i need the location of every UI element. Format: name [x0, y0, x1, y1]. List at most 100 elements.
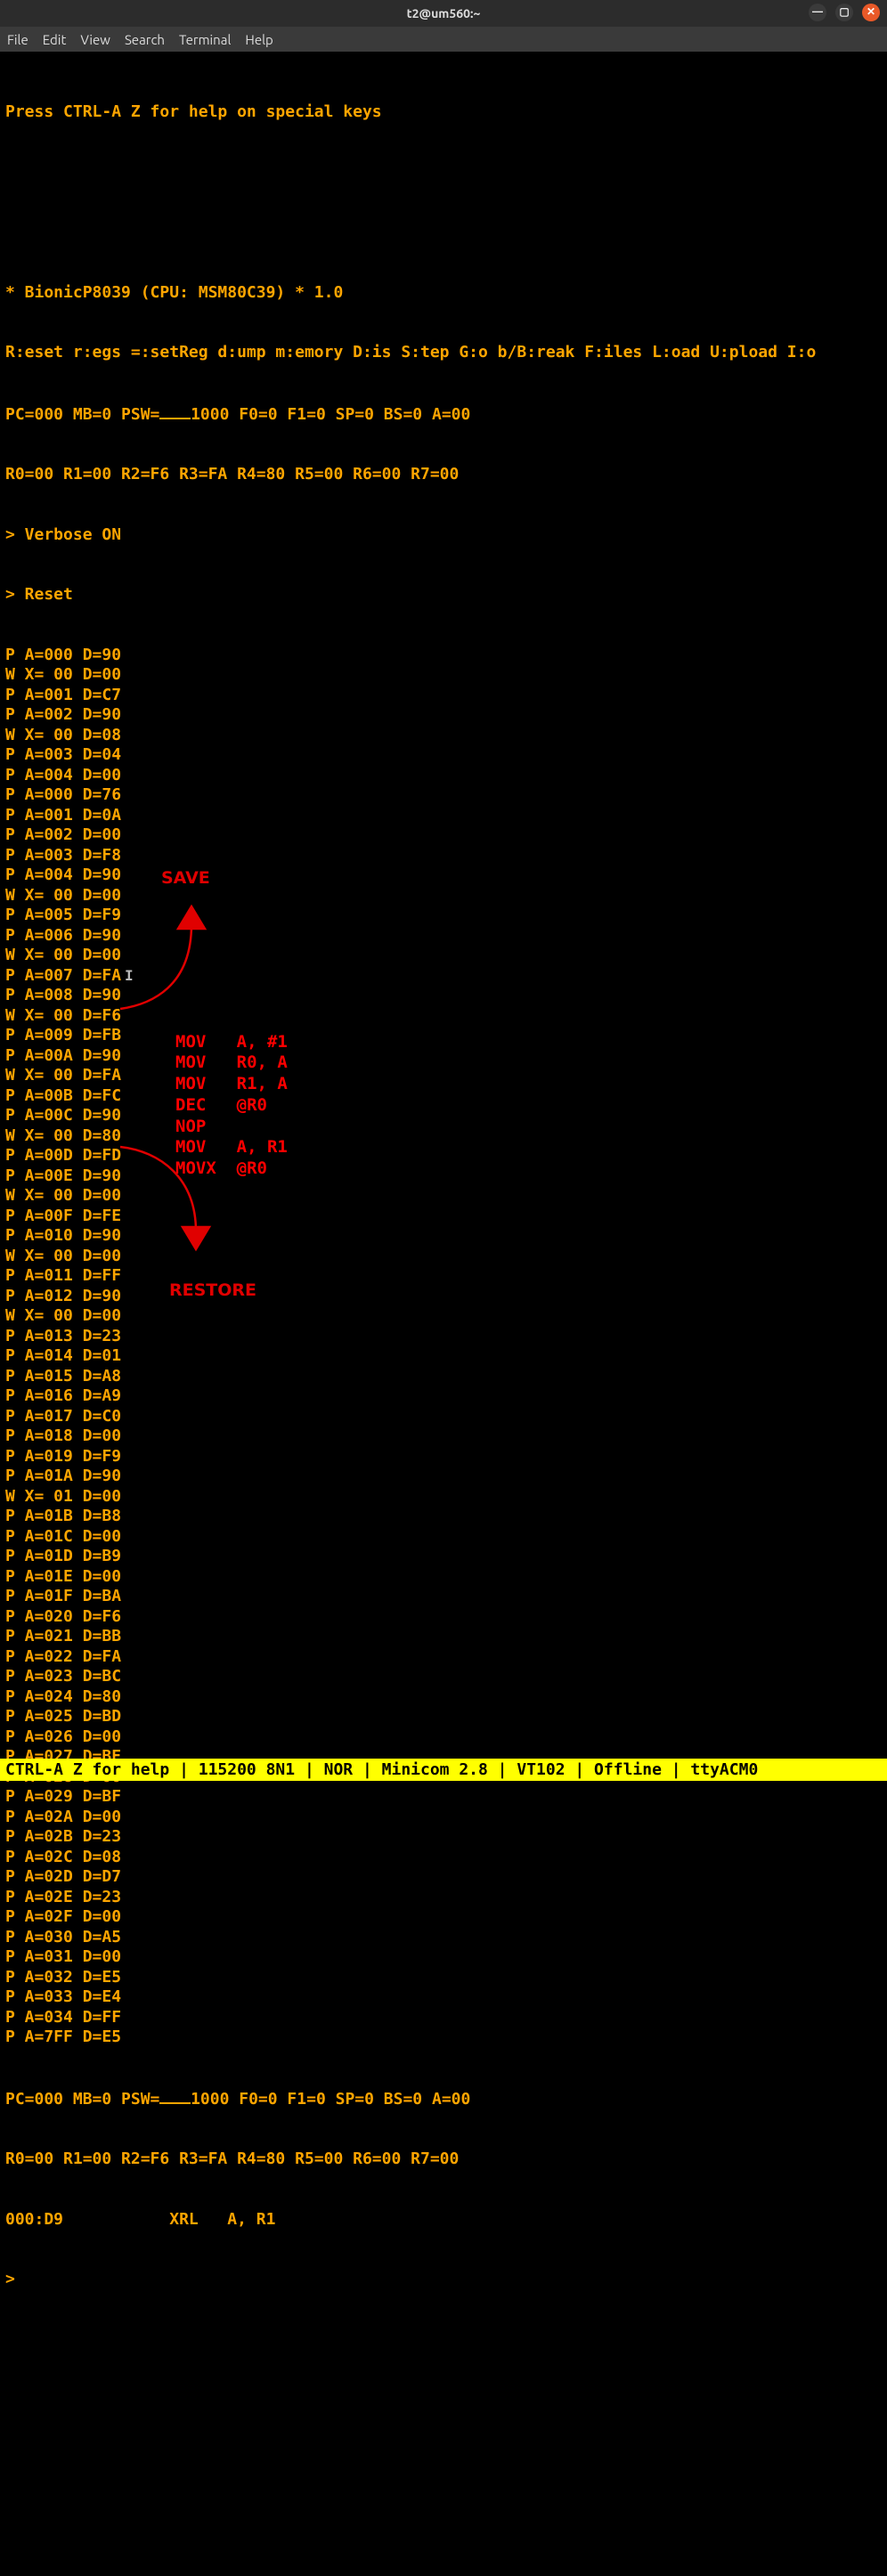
trace-line: P A=015 D=A8 [5, 1367, 882, 1387]
trace-line: P A=033 D=E4 [5, 1987, 882, 2008]
reset-line: > Reset [5, 585, 882, 605]
annotation-restore-label: RESTORE [169, 1280, 256, 1302]
trace-line: P A=014 D=01 [5, 1346, 882, 1367]
psw-line-1: PC=000 MB=0 PSW=1000 F0=0 F1=0 SP=0 BS=0… [5, 403, 882, 426]
window-minimize-button[interactable]: — [809, 4, 826, 21]
maximize-icon: ▢ [839, 7, 849, 18]
trace-line: P A=009 D=FB [5, 1026, 882, 1046]
trace-line: P A=011 D=FF [5, 1266, 882, 1287]
trace-line: P A=000 D=76 [5, 785, 882, 806]
trace-line: P A=031 D=00 [5, 1947, 882, 1968]
trace-line: W X= 00 D=00 [5, 665, 882, 686]
trace-line: P A=01F D=BA [5, 1587, 882, 1607]
trace-line: P A=000 D=90 [5, 646, 882, 666]
emulator-banner: * BionicP8039 (CPU: MSM80C39) * 1.0 [5, 283, 882, 304]
trace-output: P A=000 D=90W X= 00 D=00P A=001 D=C7P A=… [5, 646, 882, 2048]
help-commands: R:eset r:egs =:setReg d:ump m:emory D:is… [5, 343, 882, 363]
trace-line: W X= 00 D=00 [5, 946, 882, 966]
menu-search[interactable]: Search [125, 32, 165, 47]
trace-line: P A=029 D=BF [5, 1787, 882, 1808]
trace-line: P A=00D D=FD [5, 1146, 882, 1166]
trace-line: P A=01A D=90 [5, 1467, 882, 1487]
close-icon: ✕ [867, 7, 875, 18]
trace-line: P A=00A D=90 [5, 1046, 882, 1067]
annotation-save-label: SAVE [161, 868, 210, 890]
trace-line: P A=01B D=B8 [5, 1507, 882, 1527]
trace-line: P A=020 D=F6 [5, 1607, 882, 1628]
trace-line: P A=00C D=90 [5, 1106, 882, 1126]
window-title: t2@um560:~ [407, 6, 481, 20]
trace-line: P A=013 D=23 [5, 1327, 882, 1347]
trace-line: P A=00E D=90 [5, 1166, 882, 1187]
terminal-viewport[interactable]: Press CTRL-A Z for help on special keys … [0, 52, 887, 2576]
trace-line: P A=006 D=90 [5, 926, 882, 947]
psw-blank-2 [159, 2088, 191, 2104]
menu-edit[interactable]: Edit [43, 32, 67, 47]
trace-line: P A=004 D=00 [5, 766, 882, 786]
disassembly-line: 000:D9 XRL A, R1 [5, 2210, 882, 2231]
help-hint: Press CTRL-A Z for help on special keys [5, 102, 882, 123]
trace-line: P A=002 D=00 [5, 825, 882, 846]
menu-bar: File Edit View Search Terminal Help [0, 27, 887, 52]
trace-line: P A=00B D=FC [5, 1086, 882, 1107]
text-cursor-icon: I [125, 967, 134, 985]
menu-file[interactable]: File [7, 32, 28, 47]
psw-blank [159, 403, 191, 419]
trace-line: P A=001 D=C7 [5, 686, 882, 706]
trace-line: P A=008 D=90 [5, 986, 882, 1006]
minimize-icon: — [812, 7, 823, 18]
registers-line-2: R0=00 R1=00 R2=F6 R3=FA R4=80 R5=00 R6=0… [5, 2149, 882, 2170]
trace-line: P A=023 D=BC [5, 1667, 882, 1687]
window-maximize-button[interactable]: ▢ [835, 4, 853, 21]
registers-line: R0=00 R1=00 R2=F6 R3=FA R4=80 R5=00 R6=0… [5, 465, 882, 485]
menu-terminal[interactable]: Terminal [179, 32, 231, 47]
menu-help[interactable]: Help [245, 32, 273, 47]
trace-line: W X= 01 D=00 [5, 1487, 882, 1507]
trace-line: P A=01C D=00 [5, 1527, 882, 1548]
trace-line: P A=034 D=FF [5, 2008, 882, 2028]
trace-line: P A=001 D=0A [5, 806, 882, 826]
trace-line: P A=024 D=80 [5, 1687, 882, 1708]
trace-line: P A=003 D=F8 [5, 846, 882, 866]
trace-line: W X= 00 D=00 [5, 1247, 882, 1267]
trace-line: W X= 00 D=00 [5, 886, 882, 906]
trace-line: P A=010 D=90 [5, 1226, 882, 1247]
trace-line: P A=02C D=08 [5, 1848, 882, 1868]
trace-line: P A=02B D=23 [5, 1827, 882, 1848]
trace-line: P A=032 D=E5 [5, 1968, 882, 1988]
window-titlebar: t2@um560:~ — ▢ ✕ [0, 0, 887, 27]
trace-line: P A=02A D=00 [5, 1808, 882, 1828]
trace-line: P A=02D D=D7 [5, 1867, 882, 1888]
trace-line: P A=02F D=00 [5, 1907, 882, 1928]
trace-line: P A=030 D=A5 [5, 1928, 882, 1948]
window-close-button[interactable]: ✕ [862, 4, 880, 21]
trace-line: W X= 00 D=FA [5, 1066, 882, 1086]
trace-line: P A=022 D=FA [5, 1647, 882, 1668]
trace-line: P A=026 D=00 [5, 1727, 882, 1748]
trace-line: W X= 00 D=80 [5, 1126, 882, 1147]
minicom-status-bar: CTRL-A Z for help | 115200 8N1 | NOR | M… [0, 1759, 887, 1781]
trace-line: P A=012 D=90 [5, 1287, 882, 1307]
trace-line: P A=00F D=FE [5, 1207, 882, 1227]
trace-line: P A=7FF D=E5 [5, 2027, 882, 2048]
trace-line: P A=005 D=F9 [5, 906, 882, 926]
trace-line: P A=016 D=A9 [5, 1386, 882, 1407]
psw-line-2: PC=000 MB=0 PSW=1000 F0=0 F1=0 SP=0 BS=0… [5, 2088, 882, 2110]
trace-line: W X= 00 D=F6 [5, 1006, 882, 1027]
trace-line: P A=004 D=90 [5, 865, 882, 886]
trace-line: P A=003 D=04 [5, 745, 882, 766]
trace-line: P A=025 D=BD [5, 1707, 882, 1727]
trace-line: P A=01D D=B9 [5, 1547, 882, 1567]
trace-line: W X= 00 D=00 [5, 1306, 882, 1327]
trace-line: P A=021 D=BB [5, 1627, 882, 1647]
trace-line: P A=02E D=23 [5, 1888, 882, 1908]
trace-line: W X= 00 D=08 [5, 726, 882, 746]
menu-view[interactable]: View [80, 32, 110, 47]
trace-line: P A=017 D=C0 [5, 1407, 882, 1427]
trace-line: P A=01E D=00 [5, 1567, 882, 1588]
trace-line: W X= 00 D=00 [5, 1186, 882, 1207]
prompt: > [5, 2270, 882, 2290]
trace-line: P A=018 D=00 [5, 1426, 882, 1447]
trace-line: P A=007 D=FA [5, 966, 882, 987]
verbose-line: > Verbose ON [5, 525, 882, 546]
